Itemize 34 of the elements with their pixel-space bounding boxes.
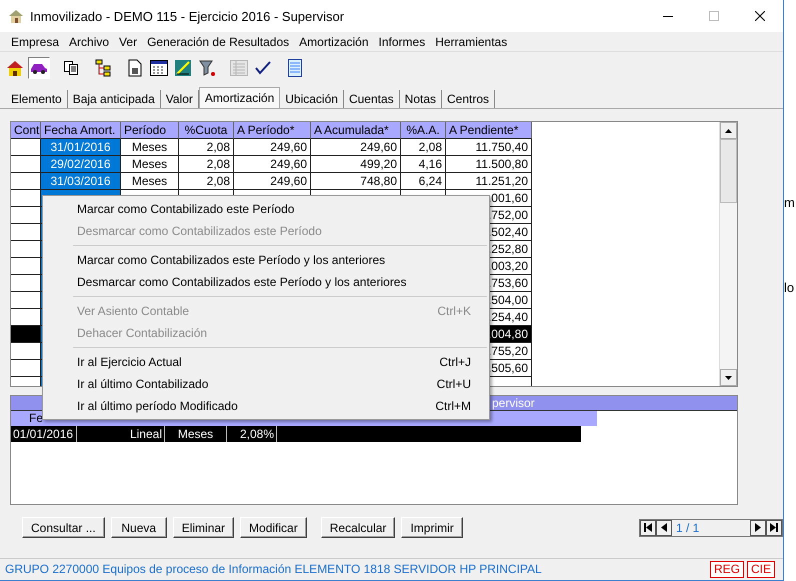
table-cell: 499,20	[311, 156, 401, 174]
table-cell: 4,16	[401, 156, 446, 174]
shortcut-label: Ctrl+U	[436, 377, 471, 391]
table-cell: 11.750,40	[446, 139, 532, 156]
table-cell: 2,08	[401, 139, 446, 156]
table-cell: 31/03/2016	[41, 173, 121, 190]
table-cell: 11.251,20	[446, 173, 532, 190]
table-cell: Meses	[165, 426, 227, 442]
table-cell: Meses	[121, 173, 179, 190]
table-cell: 01/01/2016	[11, 426, 77, 442]
table-cell: 31/01/2016	[41, 139, 121, 156]
table-cell: 29/02/2016	[41, 156, 121, 174]
table-cell: 249,60	[234, 139, 311, 156]
table-cell: 2,08	[179, 173, 234, 190]
table-cell: 249,60	[234, 156, 311, 174]
record-position: 1 / 1	[675, 520, 700, 535]
status-indicator: REG	[710, 560, 744, 578]
window-title: Inmovilizado - DEMO 115 - Ejercicio 2016 - Supervisor	[30, 8, 346, 24]
table-cell: 249,60	[234, 173, 311, 190]
table-cell: Lineal	[77, 426, 165, 442]
shortcut-label: Ctrl+M	[435, 399, 471, 413]
table-cell: 2,08	[179, 139, 234, 156]
background-text: m	[784, 195, 796, 210]
table-cell: 249,60	[311, 139, 401, 156]
table-cell: 11.500,80	[446, 156, 532, 174]
table-cell: 2,08	[179, 156, 234, 174]
table-cell: Meses	[121, 139, 179, 156]
status-text: GRUPO 2270000 Equipos de proceso de Información ELEMENTO 1818 SERVIDOR HP PRINCIPAL	[5, 562, 543, 576]
table-cell: 6,24	[401, 173, 446, 190]
table-cell: 748,80	[311, 173, 401, 190]
status-indicator: CIE	[746, 560, 775, 578]
table-cell: Meses	[121, 156, 179, 174]
table-cell: 2,08%	[227, 426, 277, 442]
background-text: lo	[784, 280, 796, 295]
